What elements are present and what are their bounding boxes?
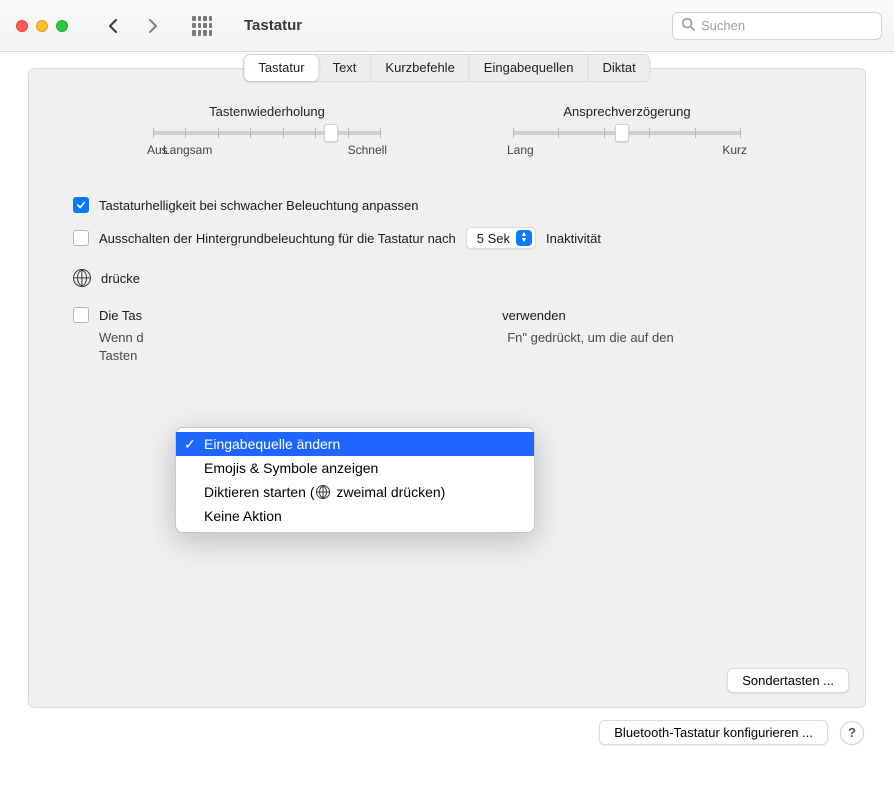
fn-standard-label-a: Die Tas	[99, 308, 142, 323]
search-field[interactable]	[672, 12, 882, 40]
nav-arrows	[104, 15, 162, 37]
fn-standard-label-b: verwenden	[502, 308, 566, 323]
preferences-pane: Tastatur Text Kurzbefehle Eingabequellen…	[28, 68, 866, 708]
zoom-button[interactable]	[56, 20, 68, 32]
delay-slider[interactable]	[513, 131, 741, 135]
menu-change-input[interactable]: Eingabequelle ändern	[176, 432, 534, 456]
delay-knob[interactable]	[615, 124, 629, 142]
delay-title: Ansprechverzögerung	[507, 104, 747, 119]
tab-dictation[interactable]: Diktat	[587, 55, 649, 81]
backlight-off-row: Ausschalten der Hintergrundbeleuchtung f…	[73, 227, 821, 249]
globe-icon	[316, 485, 330, 499]
key-repeat-knob[interactable]	[324, 124, 338, 142]
backlight-off-checkbox[interactable]	[73, 230, 89, 246]
updown-icon: ▲▼	[516, 230, 532, 246]
window-title: Tastatur	[244, 17, 302, 34]
tab-keyboard[interactable]: Tastatur	[244, 55, 318, 81]
key-repeat-slider[interactable]	[153, 131, 381, 135]
minimize-button[interactable]	[36, 20, 48, 32]
key-repeat-block: Tastenwiederholung Aus Langsam Schnell	[147, 104, 387, 157]
fn-standard-row: Die Tas verwenden	[73, 307, 821, 323]
key-repeat-slow-label: Langsam	[163, 143, 212, 157]
delay-long-label: Lang	[507, 143, 534, 157]
forward-button[interactable]	[144, 15, 162, 37]
backlight-timeout-value: 5 Sek	[477, 231, 510, 246]
globe-press-label: drücke	[101, 271, 140, 286]
menu-no-action[interactable]: Keine Aktion	[176, 504, 534, 528]
fn-note: Wenn d Fn" gedrückt, um die auf den Tast…	[99, 329, 821, 365]
tab-bar: Tastatur Text Kurzbefehle Eingabequellen…	[243, 54, 650, 82]
backlight-after-label: Inaktivität	[546, 231, 601, 246]
auto-brightness-row: Tastaturhelligkeit bei schwacher Beleuch…	[73, 197, 821, 213]
backlight-off-label: Ausschalten der Hintergrundbeleuchtung f…	[99, 231, 456, 246]
search-icon	[681, 17, 695, 34]
back-button[interactable]	[104, 15, 122, 37]
auto-brightness-label: Tastaturhelligkeit bei schwacher Beleuch…	[99, 198, 418, 213]
close-button[interactable]	[16, 20, 28, 32]
window-controls	[16, 20, 68, 32]
globe-icon	[73, 269, 91, 287]
auto-brightness-checkbox[interactable]	[73, 197, 89, 213]
bluetooth-keyboard-button[interactable]: Bluetooth-Tastatur konfigurieren ...	[599, 720, 828, 745]
globe-action-menu: Eingabequelle ändern Emojis & Symbole an…	[175, 427, 535, 533]
search-input[interactable]	[701, 18, 877, 33]
menu-emoji[interactable]: Emojis & Symbole anzeigen	[176, 456, 534, 480]
menu-start-dictation[interactable]: Diktieren starten ( zweimal drücken)	[176, 480, 534, 504]
delay-short-label: Kurz	[722, 143, 747, 157]
content-area: Tastatur Text Kurzbefehle Eingabequellen…	[0, 52, 894, 798]
key-repeat-title: Tastenwiederholung	[147, 104, 387, 119]
fn-standard-checkbox[interactable]	[73, 307, 89, 323]
globe-key-row: drücke	[73, 269, 821, 287]
tab-text[interactable]: Text	[319, 55, 371, 81]
modifier-keys-button[interactable]: Sondertasten ...	[727, 668, 849, 693]
backlight-timeout-select[interactable]: 5 Sek ▲▼	[466, 227, 536, 249]
tab-input-sources[interactable]: Eingabequellen	[469, 55, 588, 81]
delay-block: Ansprechverzögerung Lang Kurz	[507, 104, 747, 157]
titlebar: Tastatur	[0, 0, 894, 52]
options-list: Tastaturhelligkeit bei schwacher Beleuch…	[73, 197, 821, 365]
bottom-row: Bluetooth-Tastatur konfigurieren ... ?	[28, 720, 866, 745]
show-all-prefs-button[interactable]	[192, 16, 212, 36]
tab-shortcuts[interactable]: Kurzbefehle	[370, 55, 468, 81]
help-button[interactable]: ?	[840, 721, 864, 745]
sliders-row: Tastenwiederholung Aus Langsam Schnell A…	[29, 104, 865, 157]
key-repeat-fast-label: Schnell	[348, 143, 387, 157]
